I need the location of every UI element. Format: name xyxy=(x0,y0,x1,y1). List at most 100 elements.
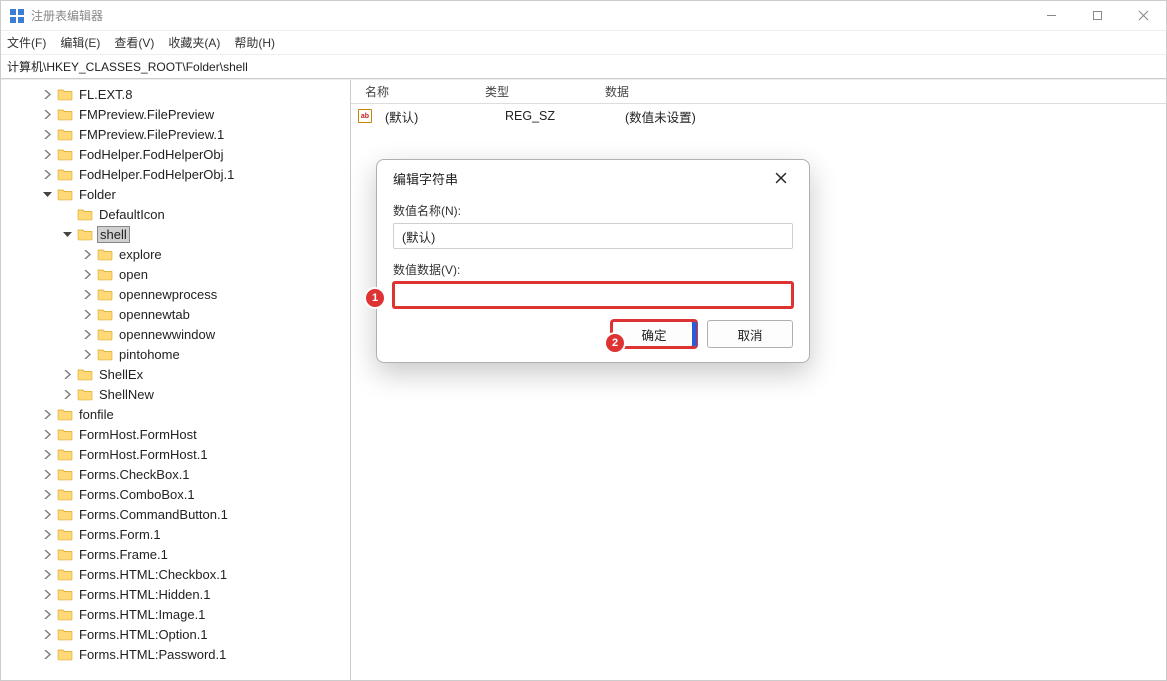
chevron-right-icon[interactable] xyxy=(37,530,57,539)
chevron-right-icon[interactable] xyxy=(37,410,57,419)
chevron-right-icon[interactable] xyxy=(57,390,77,399)
tree-item[interactable]: explore xyxy=(1,244,350,264)
tree-item[interactable]: FormHost.FormHost.1 xyxy=(1,444,350,464)
tree-item[interactable]: ShellEx xyxy=(1,364,350,384)
value-type: REG_SZ xyxy=(497,109,617,123)
chevron-right-icon[interactable] xyxy=(37,630,57,639)
chevron-right-icon[interactable] xyxy=(37,450,57,459)
menu-edit[interactable]: 编辑(E) xyxy=(60,34,100,51)
tree-item[interactable]: ShellNew xyxy=(1,384,350,404)
tree-item[interactable]: Forms.HTML:Hidden.1 xyxy=(1,584,350,604)
address-bar[interactable]: 计算机\HKEY_CLASSES_ROOT\Folder\shell xyxy=(1,55,1166,79)
tree-item-label: opennewtab xyxy=(117,307,192,322)
column-data[interactable]: 数据 xyxy=(597,83,1166,100)
tree-item[interactable]: Forms.HTML:Image.1 xyxy=(1,604,350,624)
maximize-button[interactable] xyxy=(1074,1,1120,30)
chevron-right-icon[interactable] xyxy=(37,470,57,479)
folder-icon xyxy=(57,187,73,201)
key-tree[interactable]: FL.EXT.8 FMPreview.FilePreview FMPreview.F… xyxy=(1,80,351,680)
chevron-right-icon[interactable] xyxy=(37,550,57,559)
chevron-right-icon[interactable] xyxy=(77,250,97,259)
tree-item-label: Forms.ComboBox.1 xyxy=(77,487,197,502)
tree-item-label: ShellEx xyxy=(97,367,145,382)
chevron-right-icon[interactable] xyxy=(37,130,57,139)
tree-item[interactable]: FMPreview.FilePreview xyxy=(1,104,350,124)
chevron-right-icon[interactable] xyxy=(37,650,57,659)
value-list-body: ab(默认)REG_SZ(数值未设置) xyxy=(351,104,1166,126)
column-name[interactable]: 名称 xyxy=(357,83,477,100)
close-button[interactable] xyxy=(1120,1,1166,30)
tree-item[interactable]: Forms.CheckBox.1 xyxy=(1,464,350,484)
tree-item[interactable]: Folder xyxy=(1,184,350,204)
chevron-right-icon[interactable] xyxy=(37,150,57,159)
folder-icon xyxy=(57,647,73,661)
cancel-button[interactable]: 取消 xyxy=(707,320,793,348)
menu-help[interactable]: 帮助(H) xyxy=(234,34,275,51)
tree-item-label: FMPreview.FilePreview xyxy=(77,107,216,122)
menu-file[interactable]: 文件(F) xyxy=(7,34,46,51)
chevron-right-icon[interactable] xyxy=(37,490,57,499)
minimize-button[interactable] xyxy=(1028,1,1074,30)
tree-item[interactable]: FL.EXT.8 xyxy=(1,84,350,104)
folder-icon xyxy=(57,447,73,461)
tree-item[interactable]: FodHelper.FodHelperObj.1 xyxy=(1,164,350,184)
chevron-right-icon[interactable] xyxy=(37,610,57,619)
chevron-right-icon[interactable] xyxy=(37,570,57,579)
chevron-down-icon[interactable] xyxy=(37,190,57,199)
tree-item[interactable]: pintohome xyxy=(1,344,350,364)
folder-icon xyxy=(77,227,93,241)
window-controls xyxy=(1028,1,1166,30)
menu-favorites[interactable]: 收藏夹(A) xyxy=(168,34,220,51)
tree-item[interactable]: FodHelper.FodHelperObj xyxy=(1,144,350,164)
chevron-right-icon[interactable] xyxy=(37,590,57,599)
dialog-buttons: 确定 取消 xyxy=(393,320,793,348)
chevron-right-icon[interactable] xyxy=(77,330,97,339)
tree-item[interactable]: opennewwindow xyxy=(1,324,350,344)
value-name-input xyxy=(393,223,793,249)
chevron-right-icon[interactable] xyxy=(57,370,77,379)
folder-icon xyxy=(57,487,73,501)
dialog-close-button[interactable] xyxy=(767,164,795,192)
tree-item-label: Forms.HTML:Checkbox.1 xyxy=(77,567,229,582)
chevron-right-icon[interactable] xyxy=(37,110,57,119)
tree-item[interactable]: opennewtab xyxy=(1,304,350,324)
tree-item[interactable]: FormHost.FormHost xyxy=(1,424,350,444)
tree-item[interactable]: open xyxy=(1,264,350,284)
value-row[interactable]: ab(默认)REG_SZ(数值未设置) xyxy=(351,106,1166,126)
folder-icon xyxy=(97,267,113,281)
tree-item-label: Forms.HTML:Password.1 xyxy=(77,647,228,662)
tree-item[interactable]: Forms.ComboBox.1 xyxy=(1,484,350,504)
tree-item[interactable]: Forms.HTML:Checkbox.1 xyxy=(1,564,350,584)
menu-view[interactable]: 查看(V) xyxy=(114,34,154,51)
folder-icon xyxy=(97,307,113,321)
tree-item[interactable]: opennewprocess xyxy=(1,284,350,304)
tree-item-label: Forms.Frame.1 xyxy=(77,547,170,562)
chevron-right-icon[interactable] xyxy=(77,310,97,319)
tree-item[interactable]: DefaultIcon xyxy=(1,204,350,224)
tree-item[interactable]: Forms.HTML:Option.1 xyxy=(1,624,350,644)
chevron-right-icon[interactable] xyxy=(37,430,57,439)
tree-item[interactable]: Forms.Form.1 xyxy=(1,524,350,544)
value-name-label: 数值名称(N): xyxy=(393,202,793,219)
tree-item-label: Folder xyxy=(77,187,118,202)
chevron-right-icon[interactable] xyxy=(37,90,57,99)
chevron-right-icon[interactable] xyxy=(37,170,57,179)
chevron-down-icon[interactable] xyxy=(57,230,77,239)
tree-item[interactable]: fonfile xyxy=(1,404,350,424)
column-type[interactable]: 类型 xyxy=(477,83,597,100)
chevron-right-icon[interactable] xyxy=(37,510,57,519)
tree-item[interactable]: Forms.Frame.1 xyxy=(1,544,350,564)
tree-item[interactable]: shell xyxy=(1,224,350,244)
chevron-right-icon[interactable] xyxy=(77,350,97,359)
tree-item[interactable]: Forms.HTML:Password.1 xyxy=(1,644,350,664)
tree-item[interactable]: Forms.CommandButton.1 xyxy=(1,504,350,524)
folder-icon xyxy=(57,567,73,581)
folder-icon xyxy=(97,347,113,361)
chevron-right-icon[interactable] xyxy=(77,290,97,299)
chevron-right-icon[interactable] xyxy=(77,270,97,279)
tree-item-label: pintohome xyxy=(117,347,182,362)
tree-item-label: Forms.CommandButton.1 xyxy=(77,507,230,522)
folder-icon xyxy=(77,207,93,221)
tree-item[interactable]: FMPreview.FilePreview.1 xyxy=(1,124,350,144)
value-data-input[interactable] xyxy=(393,282,793,308)
